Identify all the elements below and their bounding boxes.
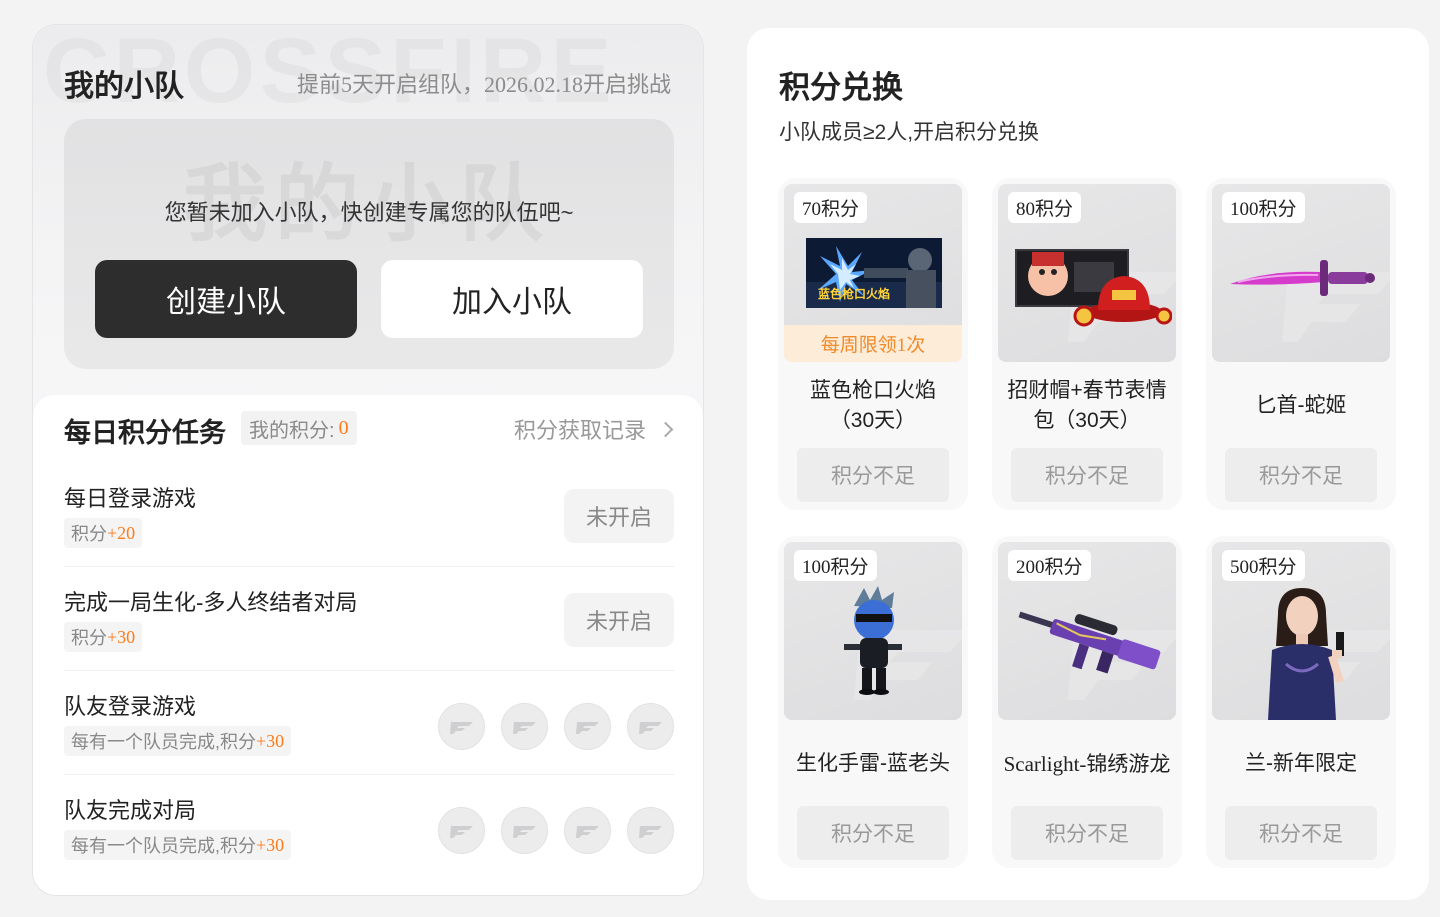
teammate-slot-icon bbox=[501, 703, 548, 750]
reward-image: 100积分 bbox=[1212, 184, 1390, 362]
reward-image: 80积分 bbox=[998, 184, 1176, 362]
task-reward-value: +30 bbox=[256, 730, 285, 751]
reward-card: 80积分 招财帽+春节表情包（30天） 积分不足 bbox=[992, 178, 1182, 510]
teammate-slot-icon bbox=[438, 703, 485, 750]
my-points-badge: 我的积分: 0 bbox=[241, 411, 357, 445]
reward-name: 蓝色枪口火焰（30天） bbox=[810, 379, 936, 432]
team-empty-card: 您暂未加入小队，快创建专属您的队伍吧~ 创建小队 加入小队 bbox=[64, 119, 674, 369]
teammate-slot-icon bbox=[564, 703, 611, 750]
my-team-panel: CROSSFIRE 我的小队 我的小队 提前5天开启组队，2026.02.18开… bbox=[32, 24, 704, 896]
team-title: 我的小队 bbox=[64, 70, 184, 103]
create-team-button[interactable]: 创建小队 bbox=[95, 260, 357, 338]
reward-image: 70积分 蓝色枪口火焰 每周限领1次 bbox=[784, 184, 962, 362]
teammate-slot-icon bbox=[627, 807, 674, 854]
character-lan-image bbox=[1268, 588, 1344, 720]
redeem-button[interactable]: 积分不足 bbox=[1011, 806, 1163, 860]
reward-name: 生化手雷-蓝老头 bbox=[796, 752, 950, 775]
points-exchange-panel: 积分兑换 小队成员≥2人,开启积分兑换 70积分 蓝色枪口火焰 每周限领1次 蓝… bbox=[747, 28, 1429, 900]
task-name: 每日登录游戏 bbox=[64, 486, 197, 511]
points-record-link[interactable]: 积分获取记录 bbox=[513, 413, 674, 445]
reward-cost: 100积分 bbox=[1222, 192, 1305, 223]
redeem-button[interactable]: 积分不足 bbox=[1225, 448, 1377, 502]
reward-name: 招财帽+春节表情包（30天） bbox=[1007, 379, 1167, 432]
task-status-button[interactable]: 未开启 bbox=[564, 489, 674, 543]
task-name: 完成一局生化-多人终结者对局 bbox=[64, 590, 358, 615]
join-team-button[interactable]: 加入小队 bbox=[381, 260, 643, 338]
reward-image: 200积分 bbox=[998, 542, 1176, 720]
task-reward: 积分 +30 bbox=[64, 622, 143, 652]
teammate-slots bbox=[438, 807, 674, 854]
muzzle-flame-caption: 蓝色枪口火焰 bbox=[818, 287, 891, 301]
fortune-hat-image bbox=[1015, 249, 1172, 327]
task-name: 队友登录游戏 bbox=[64, 694, 197, 719]
reward-cost: 200积分 bbox=[1008, 550, 1091, 581]
exchange-subtitle: 小队成员≥2人,开启积分兑换 bbox=[779, 121, 1040, 144]
teammate-slot-icon bbox=[627, 703, 674, 750]
task-row: 队友登录游戏 每有一个队员完成,积分 +30 bbox=[64, 671, 674, 775]
teammate-slot-icon bbox=[438, 807, 485, 854]
my-points-value: 0 bbox=[338, 416, 349, 439]
task-row: 每日登录游戏 积分 +20 未开启 bbox=[64, 463, 674, 567]
exchange-title: 积分兑换 bbox=[779, 70, 903, 105]
my-points-label: 我的积分: bbox=[249, 419, 335, 442]
points-record-label: 积分获取记录 bbox=[513, 418, 646, 443]
task-reward-label: 每有一个队员完成,积分 bbox=[71, 732, 256, 752]
task-reward-value: +30 bbox=[107, 626, 136, 647]
reward-image: 500积分 bbox=[1212, 542, 1390, 720]
team-empty-text: 您暂未加入小队，快创建专属您的队伍吧~ bbox=[164, 200, 574, 225]
task-status-button[interactable]: 未开启 bbox=[564, 593, 674, 647]
task-reward-label: 每有一个队员完成,积分 bbox=[71, 836, 256, 856]
weekly-limit-badge: 每周限领1次 bbox=[784, 325, 962, 362]
redeem-button[interactable]: 积分不足 bbox=[797, 448, 949, 502]
team-notice: 提前5天开启组队，2026.02.18开启挑战 bbox=[296, 72, 671, 97]
grenade-character-image bbox=[844, 586, 902, 695]
task-row: 完成一局生化-多人终结者对局 积分 +30 未开启 bbox=[64, 567, 674, 671]
reward-name: 兰-新年限定 bbox=[1245, 752, 1357, 775]
task-reward: 每有一个队员完成,积分 +30 bbox=[64, 830, 292, 860]
reward-card: 500积分 兰-新年限定 积分不足 bbox=[1206, 536, 1396, 868]
redeem-button[interactable]: 积分不足 bbox=[1011, 448, 1163, 502]
task-reward-label: 积分 bbox=[71, 628, 107, 648]
reward-card: 70积分 蓝色枪口火焰 每周限领1次 蓝色枪口火焰（30天） 积分不足 bbox=[778, 178, 968, 510]
reward-card: 100积分 生化手雷-蓝老头 积分不足 bbox=[778, 536, 968, 868]
reward-cost: 500积分 bbox=[1222, 550, 1305, 581]
reward-name: Scarlight-锦绣游龙 bbox=[1003, 752, 1171, 776]
dagger-image bbox=[1230, 260, 1375, 296]
reward-cost: 70积分 bbox=[794, 192, 868, 223]
teammate-slot-icon bbox=[564, 807, 611, 854]
reward-cost: 100积分 bbox=[794, 550, 877, 581]
task-name: 队友完成对局 bbox=[64, 798, 197, 823]
task-reward-label: 积分 bbox=[71, 524, 107, 544]
redeem-button[interactable]: 积分不足 bbox=[1225, 806, 1377, 860]
task-reward-value: +20 bbox=[107, 522, 136, 543]
tasks-title: 每日积分任务 bbox=[64, 418, 226, 448]
reward-name: 匕首-蛇姬 bbox=[1255, 394, 1347, 417]
rifle-image bbox=[1018, 611, 1161, 674]
team-header-area: CROSSFIRE 我的小队 我的小队 提前5天开启组队，2026.02.18开… bbox=[33, 25, 703, 425]
reward-card: 200积分 Scarlight-锦绣游龙 积分不足 bbox=[992, 536, 1182, 868]
task-row: 队友完成对局 每有一个队员完成,积分 +30 bbox=[64, 775, 674, 879]
task-reward: 积分 +20 bbox=[64, 518, 143, 548]
reward-image: 100积分 bbox=[784, 542, 962, 720]
reward-card: 100积分 匕首-蛇姬 积分不足 bbox=[1206, 178, 1396, 510]
task-reward-value: +30 bbox=[256, 834, 285, 855]
task-reward: 每有一个队员完成,积分 +30 bbox=[64, 726, 292, 756]
teammate-slot-icon bbox=[501, 807, 548, 854]
redeem-button[interactable]: 积分不足 bbox=[797, 806, 949, 860]
teammate-slots bbox=[438, 703, 674, 750]
reward-cost: 80积分 bbox=[1008, 192, 1082, 223]
chevron-right-icon bbox=[657, 421, 674, 437]
daily-tasks-section: 每日积分任务 我的积分: 0 积分获取记录 每日登录游戏 积分 +20 未开启 完… bbox=[33, 395, 703, 895]
